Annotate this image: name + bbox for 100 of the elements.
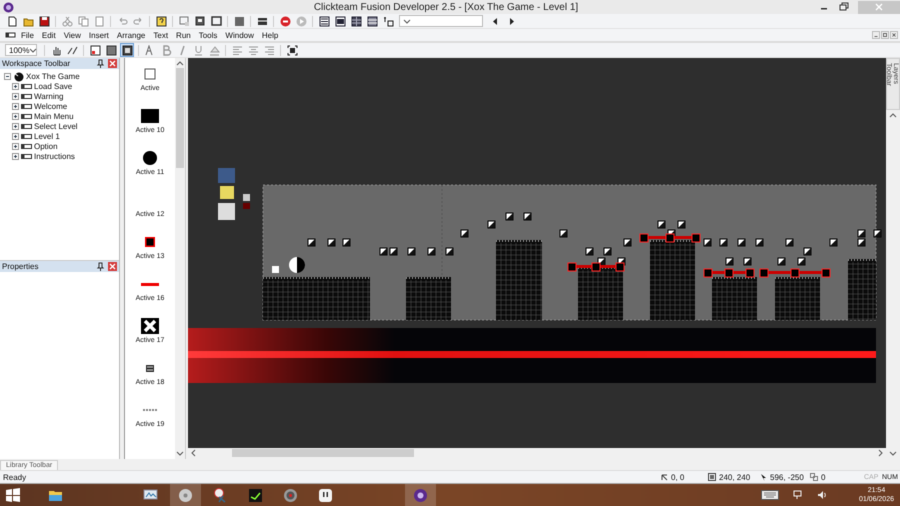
- tree-item[interactable]: Warning: [34, 92, 64, 100]
- collapse-icon[interactable]: [4, 72, 11, 80]
- frame-icon: [21, 112, 32, 120]
- help-icon[interactable]: [156, 16, 166, 26]
- app-logo-icon[interactable]: [413, 488, 428, 502]
- hand-icon[interactable]: [50, 44, 62, 56]
- underline-icon[interactable]: [192, 44, 204, 56]
- align-center-icon[interactable]: [248, 44, 258, 56]
- object-sprites-drawing: [218, 168, 250, 220]
- stop-icon[interactable]: [280, 16, 290, 26]
- align-left-icon[interactable]: [232, 44, 242, 56]
- disc-icon[interactable]: [178, 488, 193, 502]
- pin-icon[interactable]: [96, 59, 105, 68]
- frame-editor-icon[interactable]: [194, 16, 206, 26]
- menu-item[interactable]: Text: [150, 30, 172, 40]
- panel-title: Properties: [2, 262, 40, 271]
- app-logo-icon: [3, 2, 14, 12]
- pin-icon[interactable]: [96, 262, 105, 271]
- zoom-dropdown[interactable]: 100%: [5, 44, 37, 56]
- close-icon: [875, 3, 883, 11]
- frame-icon: [21, 152, 32, 160]
- expand-icon[interactable]: [12, 132, 19, 140]
- keyboard-icon[interactable]: [760, 490, 779, 500]
- menu-item[interactable]: Insert: [86, 30, 112, 40]
- frame-icon: [21, 122, 32, 130]
- menu-item[interactable]: Window: [222, 30, 257, 40]
- tree-item[interactable]: Welcome: [34, 102, 68, 110]
- square-icon[interactable]: [234, 16, 244, 26]
- sort-icon[interactable]: [382, 16, 394, 26]
- window-icon[interactable]: [210, 16, 222, 26]
- tree-item[interactable]: Instructions: [34, 152, 75, 160]
- panel-close-button[interactable]: [108, 59, 117, 68]
- menu-item[interactable]: Tools: [196, 30, 220, 40]
- undo-icon[interactable]: [116, 16, 128, 26]
- bold-icon[interactable]: [160, 44, 172, 56]
- scroll-left-icon: [190, 449, 196, 457]
- menu-item[interactable]: Run: [173, 30, 194, 40]
- tree-item[interactable]: Load Save: [34, 82, 72, 90]
- fill-color-icon[interactable]: [208, 44, 220, 56]
- cut-icon[interactable]: [62, 16, 72, 26]
- close-icon: [109, 263, 116, 270]
- view-toggle-button[interactable]: [88, 43, 102, 57]
- panel-title: Workspace Toolbar: [2, 59, 72, 68]
- expand-icon[interactable]: [12, 152, 19, 160]
- redo-icon[interactable]: [132, 16, 144, 26]
- menu-item[interactable]: View: [60, 30, 84, 40]
- speaker-icon[interactable]: [816, 490, 827, 500]
- list-view-icon[interactable]: [318, 16, 330, 26]
- menu-item[interactable]: File: [18, 30, 37, 40]
- paste-icon[interactable]: [94, 16, 104, 26]
- table-view-icon[interactable]: [366, 16, 378, 26]
- mdi-restore-icon[interactable]: [881, 31, 889, 39]
- grid-view-icon[interactable]: [350, 16, 362, 26]
- expand-icon[interactable]: [12, 142, 19, 150]
- scroll-right-icon: [878, 449, 884, 457]
- outlined-square-icon: [144, 237, 155, 247]
- tree-item[interactable]: Option: [34, 142, 58, 150]
- scroll-thumb[interactable]: [232, 449, 414, 457]
- tree-item[interactable]: Main Menu: [34, 112, 74, 120]
- expand-icon[interactable]: [12, 102, 19, 110]
- tree-item[interactable]: Select Level: [34, 122, 78, 130]
- align-right-icon[interactable]: [264, 44, 274, 56]
- view-toggle-button[interactable]: [120, 43, 134, 57]
- app-square-icon[interactable]: [318, 488, 333, 502]
- expand-icon[interactable]: [12, 122, 19, 130]
- menu-item[interactable]: Arrange: [114, 30, 148, 40]
- menu-item[interactable]: Edit: [38, 30, 59, 40]
- expand-icon[interactable]: [12, 92, 19, 100]
- scissors-icon[interactable]: [213, 488, 228, 502]
- panel-view-icon[interactable]: [334, 16, 346, 26]
- fit-icon[interactable]: [286, 44, 298, 56]
- save-icon[interactable]: [38, 16, 50, 26]
- window-title: Clickteam Fusion Developer 2.5 - [Xox The Game - Level 1]: [312, 2, 580, 12]
- tree-item[interactable]: Xox The Game: [26, 72, 80, 80]
- scroll-thumb[interactable]: [176, 68, 184, 168]
- vertical-scrollbar[interactable]: [175, 58, 185, 459]
- font-icon[interactable]: [144, 44, 156, 56]
- target-icon[interactable]: [283, 488, 298, 502]
- status-value: 0: [821, 472, 826, 482]
- restore-icon[interactable]: [838, 2, 850, 12]
- mdi-close-icon[interactable]: [890, 31, 898, 39]
- monitor-icon[interactable]: [143, 488, 158, 502]
- copy-icon[interactable]: [78, 16, 88, 26]
- tree-item[interactable]: Level 1: [34, 132, 60, 140]
- expand-icon[interactable]: [12, 112, 19, 120]
- sprite-icon: [144, 364, 155, 372]
- outline-square-icon: [144, 68, 156, 80]
- view-toggle-button[interactable]: [104, 43, 118, 57]
- expand-icon[interactable]: [12, 82, 19, 90]
- mdi-minimize-icon[interactable]: [872, 31, 880, 39]
- player-sprite: [289, 257, 305, 273]
- status-value: 240, 240: [719, 472, 750, 482]
- x-tile-icon: [140, 318, 159, 334]
- menu-item[interactable]: Help: [258, 30, 282, 40]
- frame-icon[interactable]: [178, 16, 190, 26]
- filled-circle-icon: [143, 151, 157, 165]
- square-sprite: [272, 266, 279, 273]
- brush-icon[interactable]: [66, 44, 78, 56]
- panel-close-button[interactable]: [108, 262, 117, 271]
- start-windows-icon[interactable]: [6, 488, 20, 502]
